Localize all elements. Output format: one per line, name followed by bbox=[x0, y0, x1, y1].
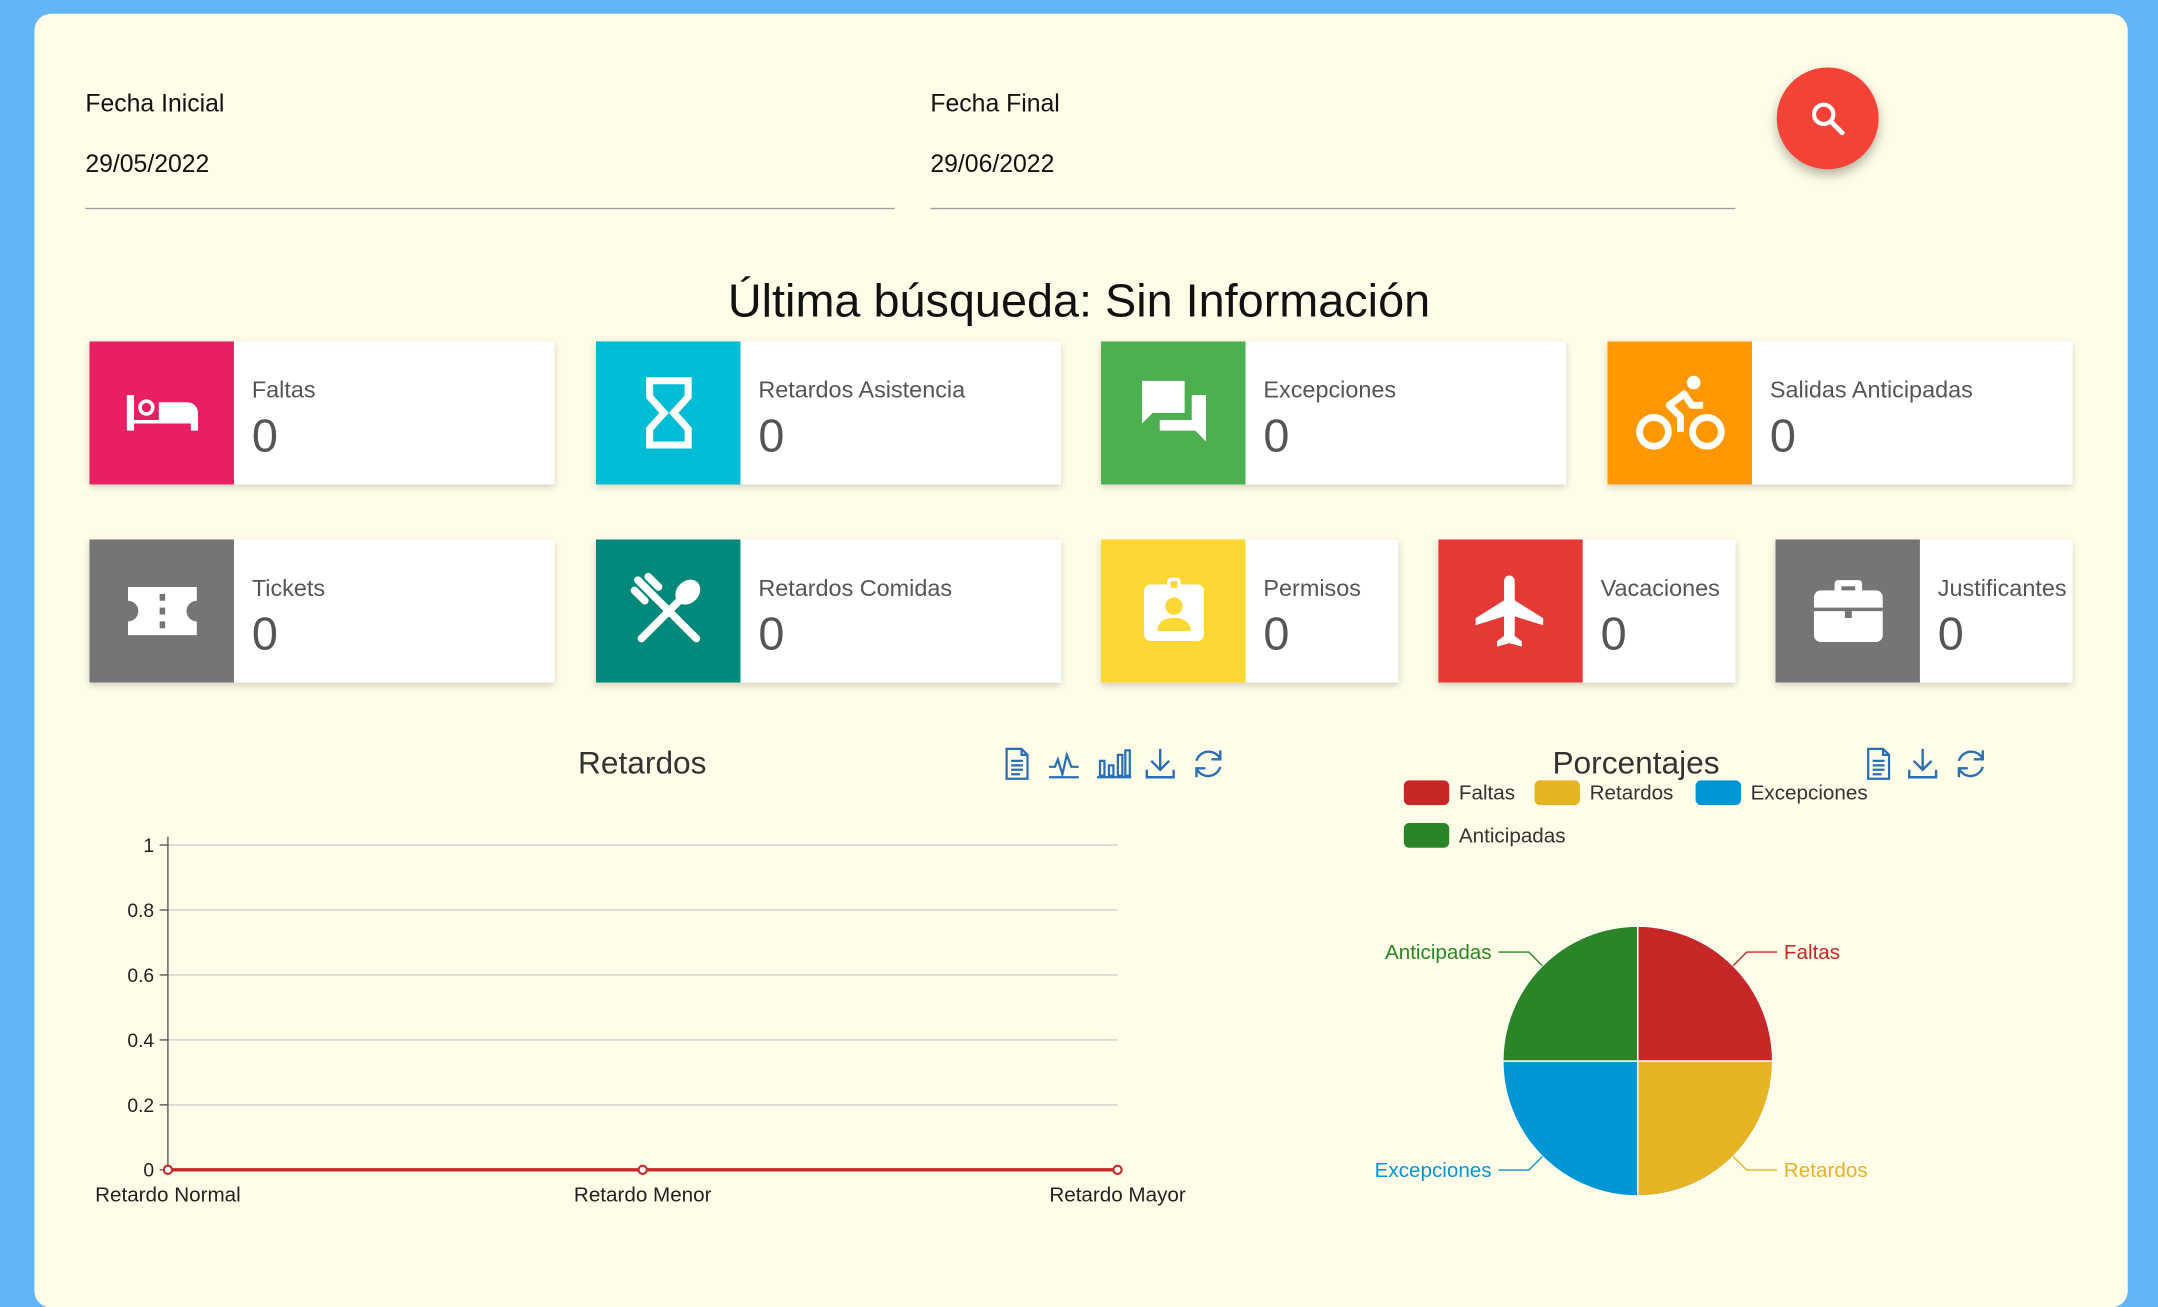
download-icon[interactable] bbox=[1905, 746, 1941, 782]
data-point[interactable] bbox=[637, 1164, 648, 1175]
y-tick-label: 0.8 bbox=[127, 901, 154, 922]
legend-swatch bbox=[1403, 823, 1450, 848]
pie-label: Retardos bbox=[1784, 1159, 1868, 1182]
pie-slice[interactable] bbox=[1637, 925, 1774, 1062]
y-tick-label: 0.6 bbox=[127, 966, 154, 987]
legend-label: Faltas bbox=[1458, 781, 1516, 805]
tile-value: 0 bbox=[1600, 608, 1627, 661]
legend-swatch bbox=[1695, 780, 1741, 806]
pie-label: Faltas bbox=[1784, 941, 1840, 964]
legend-item[interactable]: Excepciones bbox=[1695, 780, 1868, 806]
porcentajes-chart-title: Porcentajes bbox=[1552, 744, 1720, 781]
pie-label: Excepciones bbox=[1375, 1159, 1492, 1182]
pie-slice[interactable] bbox=[1502, 925, 1639, 1062]
search-button[interactable] bbox=[1776, 67, 1879, 170]
pie-label-line bbox=[1498, 951, 1543, 967]
tile-label: Vacaciones bbox=[1600, 575, 1720, 602]
data-point[interactable] bbox=[1112, 1164, 1123, 1175]
y-tick-label: 1 bbox=[143, 836, 154, 857]
search-icon bbox=[1811, 102, 1845, 136]
pie-slice[interactable] bbox=[1502, 1060, 1639, 1197]
x-tick-label: Retardo Menor bbox=[574, 1183, 712, 1206]
legend-label: Retardos bbox=[1589, 781, 1674, 805]
legend-swatch bbox=[1534, 780, 1580, 806]
y-tick-label: 0.2 bbox=[127, 1096, 154, 1117]
pie-label-line bbox=[1732, 951, 1778, 967]
legend-item[interactable]: Anticipadas bbox=[1403, 823, 1566, 848]
pie-label: Anticipadas bbox=[1385, 941, 1492, 964]
x-tick-label: Retardo Mayor bbox=[1049, 1183, 1186, 1206]
legend-label: Anticipadas bbox=[1458, 823, 1566, 848]
data-point[interactable] bbox=[162, 1164, 174, 1175]
retardos-line-chart: 0 0.2 0.4 0.6 0.8 1 Retardo Normal Retardo Meno… bbox=[95, 836, 1186, 1207]
tile-salidas-anticipadas[interactable]: Salidas Anticipadas 0 bbox=[1607, 341, 2073, 485]
x-tick-label: Retardo Normal bbox=[95, 1183, 241, 1206]
bike-icon bbox=[1607, 341, 1753, 485]
y-tick-label: 0.4 bbox=[127, 1031, 154, 1052]
refresh-icon[interactable] bbox=[1953, 746, 1989, 782]
plane-icon bbox=[1438, 539, 1583, 683]
legend-swatch bbox=[1403, 780, 1450, 806]
legend-label: Excepciones bbox=[1750, 781, 1868, 805]
document-icon[interactable] bbox=[1861, 746, 1897, 782]
pie-slice[interactable] bbox=[1637, 1060, 1774, 1197]
pie-label-line bbox=[1498, 1155, 1543, 1171]
legend-item[interactable]: Retardos bbox=[1534, 780, 1674, 806]
porcentajes-pie-chart: Faltas Retardos Excepciones Anticipadas bbox=[1375, 925, 1868, 1197]
pie-label-line bbox=[1732, 1155, 1778, 1171]
tile-label: Justificantes bbox=[1937, 575, 2067, 602]
tile-label: Salidas Anticipadas bbox=[1769, 377, 1973, 404]
y-tick-label: 0 bbox=[143, 1161, 154, 1182]
tile-justificantes[interactable]: Justificantes 0 bbox=[1775, 539, 2073, 683]
tile-value: 0 bbox=[1769, 410, 1796, 463]
briefcase-icon bbox=[1775, 539, 1920, 683]
legend-item[interactable]: Faltas bbox=[1403, 780, 1516, 806]
tile-value: 0 bbox=[1937, 608, 1964, 661]
tile-vacaciones[interactable]: Vacaciones 0 bbox=[1438, 539, 1736, 683]
